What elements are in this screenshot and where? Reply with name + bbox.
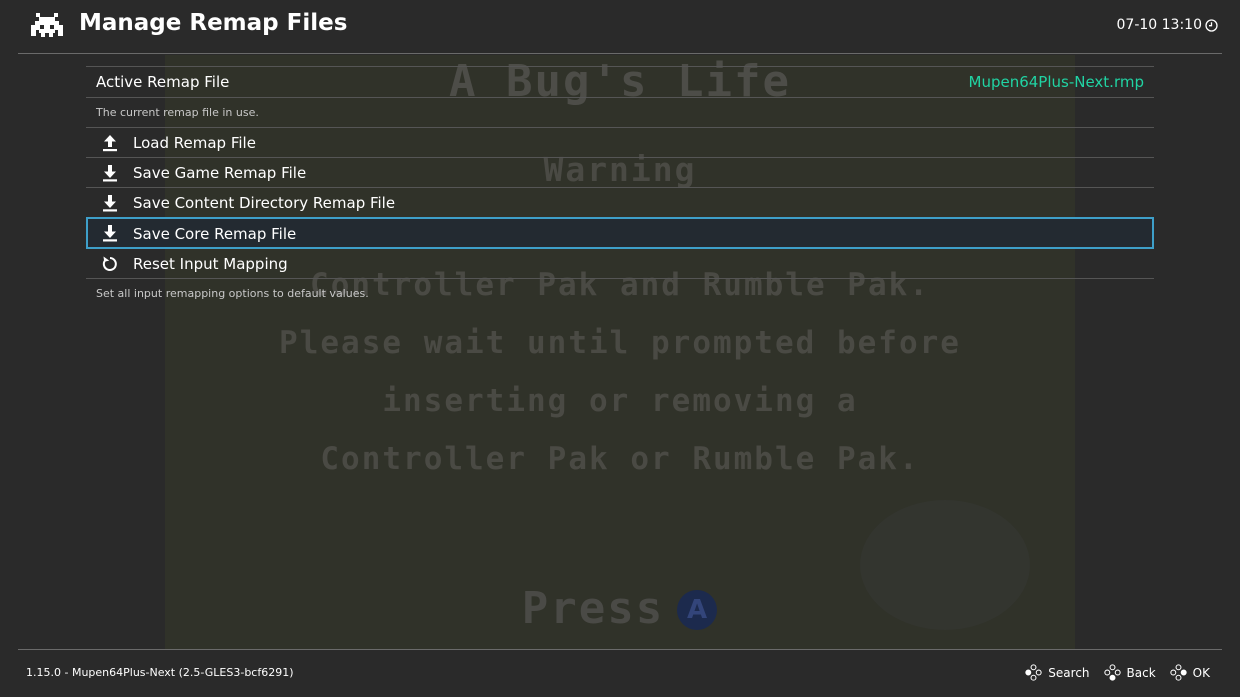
menu-item-save-game-remap-file[interactable]: Save Game Remap File [86,158,1154,187]
a-button-icon: A [677,590,717,630]
menu-item-label: Save Core Remap File [133,225,297,243]
game-message-line: inserting or removing a [382,383,858,419]
clock: 07-10 13:10 [1117,17,1218,33]
ok-hint[interactable]: OK [1170,664,1210,681]
menu-item-label: Save Content Directory Remap File [133,194,396,212]
game-press-text: Press [0,583,1240,634]
menu-item-load-remap-file[interactable]: Load Remap File [86,128,1154,157]
active-remap-file-value: Mupen64Plus-Next.rmp [968,73,1145,91]
download-icon [103,225,117,242]
game-message-line: Please wait until prompted before [279,325,961,361]
search-hint-label: Search [1048,665,1090,680]
remap-menu-list: Active Remap File Mupen64Plus-Next.rmp T… [86,66,1154,307]
game-message-line: Controller Pak or Rumble Pak. [320,441,920,477]
retroarch-screen: A Bug's Life Warning Controller Pak and … [0,0,1240,697]
gamepad-button-icon [1103,664,1121,681]
footer-hints: Search Back OK [1025,664,1210,681]
clock-icon [1205,18,1218,32]
page-title: Manage Remap Files [79,10,348,36]
retroarch-invader-icon [31,13,63,37]
header: Manage Remap Files 07-10 13:10 [0,0,1240,54]
core-version-text: 1.15.0 - Mupen64Plus-Next (2.5-GLES3-bcf… [26,666,294,679]
gamepad-button-icon [1025,664,1042,681]
ok-hint-label: OK [1192,665,1210,680]
selected-item-help-text: Set all input remapping options to defau… [96,286,369,300]
upload-icon [103,135,117,152]
download-icon [103,165,117,182]
search-hint[interactable]: Search [1025,664,1090,681]
gamepad-button-icon [1170,664,1187,681]
back-hint-label: Back [1126,665,1156,680]
reset-icon [102,256,117,271]
back-hint[interactable]: Back [1103,664,1156,681]
footer-divider [18,649,1222,650]
menu-item-reset-input-mapping[interactable]: Reset Input Mapping [86,249,1154,278]
menu-item-label: Reset Input Mapping [133,255,288,273]
menu-item-label: Save Game Remap File [133,164,307,182]
active-remap-file-entry[interactable]: Active Remap File Mupen64Plus-Next.rmp [86,67,1154,97]
help-text-row: Set all input remapping options to defau… [86,279,1154,307]
download-icon [103,195,117,212]
press-label: Press [521,583,665,634]
active-remap-sublabel: The current remap file in use. [96,106,259,119]
active-remap-file-label: Active Remap File [96,73,230,91]
clock-text: 07-10 13:10 [1116,17,1202,33]
menu-item-save-core-remap-file[interactable]: Save Core Remap File [86,217,1154,249]
menu-item-save-content-directory-remap-file[interactable]: Save Content Directory Remap File [86,188,1154,217]
active-remap-sublabel-row: The current remap file in use. [86,98,1154,127]
header-divider [18,53,1222,54]
menu-item-label: Load Remap File [133,134,256,152]
